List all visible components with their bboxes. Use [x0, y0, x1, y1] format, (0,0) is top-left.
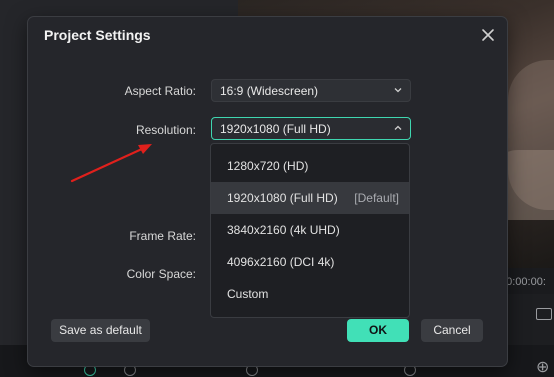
ok-button[interactable]: OK — [347, 319, 409, 342]
resolution-option[interactable]: Custom — [211, 278, 409, 310]
resolution-select[interactable]: 1920x1080 (Full HD) — [211, 117, 411, 140]
option-label: 4096x2160 (DCI 4k) — [227, 255, 335, 269]
resolution-option[interactable]: 1280x720 (HD) — [211, 150, 409, 182]
save-as-default-button[interactable]: Save as default — [51, 319, 150, 342]
option-label: 1920x1080 (Full HD) — [227, 191, 338, 205]
aspect-ratio-value: 16:9 (Widescreen) — [220, 84, 319, 98]
resolution-option[interactable]: 3840x2160 (4k UHD) — [211, 214, 409, 246]
resolution-option-selected[interactable]: 1920x1080 (Full HD) [Default] — [211, 182, 409, 214]
option-label: 1280x720 (HD) — [227, 159, 309, 173]
close-button[interactable] — [479, 26, 497, 44]
chevron-up-icon — [394, 125, 402, 130]
cancel-button[interactable]: Cancel — [421, 319, 483, 342]
default-tag: [Default] — [354, 191, 399, 205]
option-label: 3840x2160 (4k UHD) — [227, 223, 340, 237]
resolution-value: 1920x1080 (Full HD) — [220, 122, 331, 136]
resolution-option[interactable]: 4096x2160 (DCI 4k) — [211, 246, 409, 278]
resolution-dropdown: 1280x720 (HD) 1920x1080 (Full HD) [Defau… — [210, 143, 410, 318]
monitor-icon[interactable] — [536, 308, 552, 320]
resolution-label: Resolution: — [135, 123, 196, 137]
annotation-arrow — [70, 144, 152, 183]
aspect-ratio-label: Aspect Ratio: — [124, 84, 196, 98]
close-icon — [482, 29, 494, 41]
aspect-ratio-select[interactable]: 16:9 (Widescreen) — [211, 79, 411, 102]
option-label: Custom — [227, 287, 269, 301]
zoom-in-icon[interactable]: ⊕ — [536, 360, 549, 376]
dialog-title: Project Settings — [44, 27, 151, 43]
chevron-down-icon — [394, 88, 402, 93]
color-space-label: Color Space: — [126, 267, 196, 281]
frame-rate-label: Frame Rate: — [129, 229, 196, 243]
